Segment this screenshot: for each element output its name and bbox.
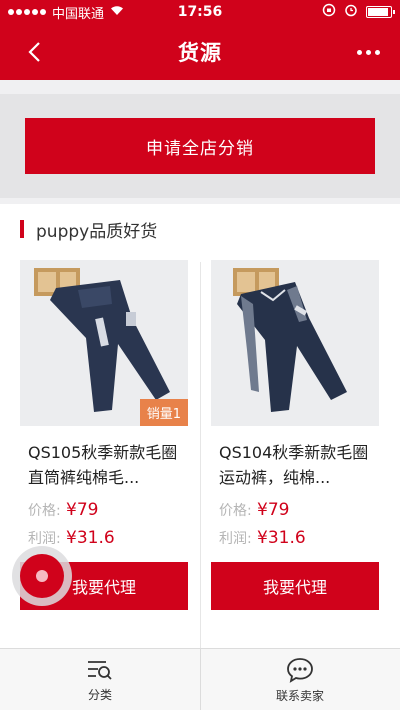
profit-row: 利润: ¥31.6: [211, 528, 379, 556]
price-row: 价格: ¥79: [20, 500, 188, 528]
sales-badge: 销量1: [139, 399, 188, 426]
orientation-lock-icon: [322, 3, 336, 21]
record-dot-icon: [36, 570, 48, 582]
page-title: 货源: [178, 41, 222, 65]
column-divider: [200, 262, 201, 648]
section-marker: [20, 220, 24, 238]
become-agent-button[interactable]: 我要代理: [211, 562, 379, 610]
battery-icon: [366, 6, 395, 18]
chevron-left-icon: [28, 42, 40, 62]
tab-category[interactable]: 分类: [0, 649, 200, 710]
category-list-icon: [88, 660, 112, 680]
profit-value: ¥31.6: [257, 528, 306, 548]
floating-assistive-button[interactable]: [12, 546, 72, 606]
price-row: 价格: ¥79: [211, 500, 379, 528]
signal-strength-icon: [8, 9, 46, 15]
carrier-name: 中国联通: [52, 6, 105, 22]
price-label: 价格:: [219, 503, 252, 519]
product-name[interactable]: QS104秋季新款毛圈运动裤，纯棉...: [211, 440, 379, 490]
section-title: puppy品质好货: [36, 221, 158, 242]
apply-section: 申请全店分销: [0, 94, 400, 198]
apply-store-distribution-button[interactable]: 申请全店分销: [25, 118, 375, 174]
price-label: 价格:: [28, 503, 61, 519]
chat-bubble-icon: [287, 657, 313, 683]
more-options-icon[interactable]: [357, 42, 380, 62]
profit-label: 利润:: [28, 531, 61, 547]
product-image[interactable]: [211, 260, 379, 426]
status-bar: 中国联通 17:56: [0, 0, 400, 24]
price-value: ¥79: [66, 500, 99, 520]
nav-bar: 货源: [0, 24, 400, 80]
alarm-icon: [344, 3, 358, 21]
wifi-icon: [110, 5, 124, 20]
section-header: puppy品质好货: [20, 218, 158, 242]
product-name[interactable]: QS105秋季新款毛圈直筒裤纯棉毛...: [20, 440, 188, 490]
tab-category-label: 分类: [87, 687, 112, 702]
bottom-tab-bar: 分类 联系卖家: [0, 648, 400, 710]
profit-label: 利润:: [219, 531, 252, 547]
price-value: ¥79: [257, 500, 290, 520]
profit-value: ¥31.6: [66, 528, 115, 548]
tab-contact-seller-label: 联系卖家: [275, 688, 324, 703]
product-image[interactable]: 销量1: [20, 260, 188, 426]
back-button[interactable]: [18, 36, 50, 68]
tab-contact-seller[interactable]: 联系卖家: [200, 649, 400, 710]
floating-button-core: [20, 554, 64, 598]
product-card[interactable]: QS104秋季新款毛圈运动裤，纯棉... 价格: ¥79 利润: ¥31.6 我…: [211, 260, 379, 610]
